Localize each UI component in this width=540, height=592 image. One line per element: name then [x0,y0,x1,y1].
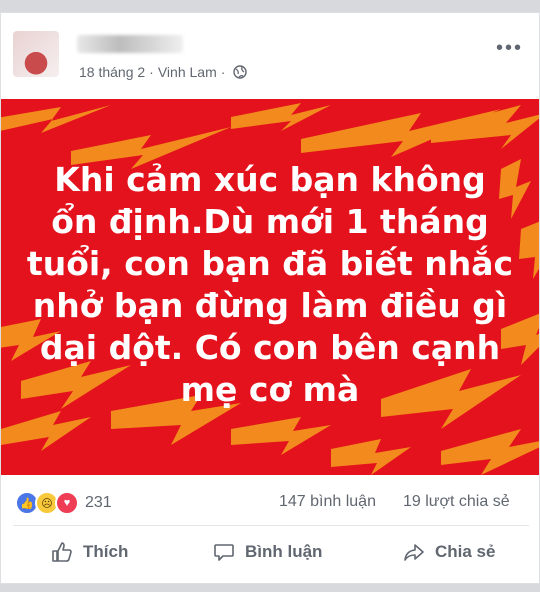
post-card: 18 tháng 2 · Vinh Lam · ••• Khi cảm xúc … [0,12,540,584]
more-options-icon[interactable]: ••• [496,38,523,58]
reactions-summary[interactable]: 👍 ☹ ♥ 231 [15,491,112,515]
banner-text: Khi cảm xúc bạn không ổn định.Dù mới 1 t… [1,159,539,411]
thumbs-up-icon [52,542,72,562]
share-icon [404,544,424,561]
comment-button[interactable]: Bình luận [213,541,322,563]
post-header: 18 tháng 2 · Vinh Lam · ••• [1,13,540,99]
banner-line: dại dột. Có con bên cạnh [39,328,501,367]
comment-icon [214,544,234,561]
separator-dot: · [220,64,226,80]
avatar[interactable] [13,31,59,77]
banner-line: nhở bạn đừng làm điều gì [32,286,508,325]
comments-count[interactable]: 147 bình luận [279,493,376,511]
like-button[interactable]: Thích [51,541,128,563]
reaction-count: 231 [85,494,112,511]
banner-line: Khi cảm xúc bạn không [54,160,486,199]
post-date[interactable]: 18 tháng 2 [79,64,145,80]
divider [13,525,529,526]
post-banner: Khi cảm xúc bạn không ổn định.Dù mới 1 t… [1,99,539,475]
share-label: Chia sẻ [435,542,496,561]
share-button[interactable]: Chia sẻ [403,541,495,563]
like-label: Thích [83,542,129,561]
banner-line: mẹ cơ mà [180,370,360,409]
globe-icon[interactable] [233,65,248,79]
banner-line: ổn định.Dù mới 1 tháng [51,202,489,241]
love-icon: ♥ [55,491,79,515]
shares-count[interactable]: 19 lượt chia sẻ [403,493,510,511]
author-name-blurred[interactable] [77,35,183,53]
post-location[interactable]: Vinh Lam [158,64,217,80]
separator-dot: · [149,64,154,80]
comment-label: Bình luận [245,542,323,561]
action-bar: Thích Bình luận Chia sẻ [1,533,540,577]
post-stats: 👍 ☹ ♥ 231 147 bình luận 19 lượt chia sẻ [1,483,540,521]
banner-line: tuổi, con bạn đã biết nhắc [26,244,514,283]
post-meta: 18 tháng 2 · Vinh Lam · [79,64,248,80]
